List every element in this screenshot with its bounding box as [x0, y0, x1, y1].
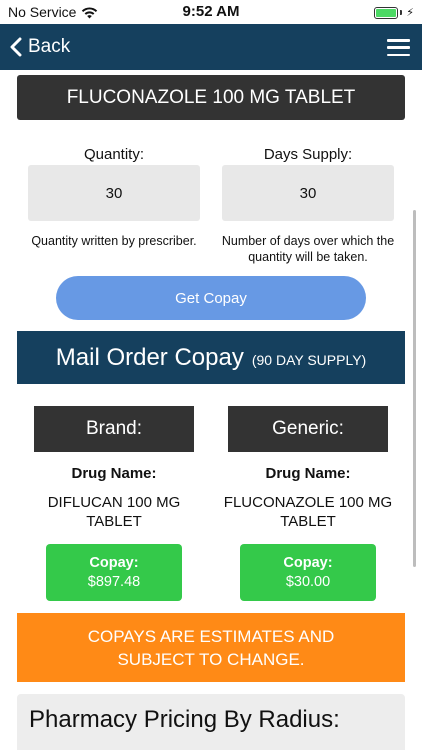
brand-header: Brand: [34, 406, 194, 452]
scroll-indicator[interactable] [413, 210, 416, 567]
brand-drug-name-label: Drug Name: [71, 465, 157, 482]
get-copay-button[interactable]: Get Copay [56, 276, 366, 320]
back-button[interactable]: Back [10, 24, 70, 70]
copay-disclaimer: COPAYS ARE ESTIMATES AND SUBJECT TO CHAN… [17, 613, 405, 682]
quantity-input[interactable]: 30 [28, 165, 200, 221]
pharmacy-radius-title: Pharmacy Pricing By Radius: [29, 706, 340, 733]
back-label: Back [28, 36, 71, 57]
chevron-left-icon [10, 37, 22, 57]
nav-bar: Back [0, 24, 422, 70]
days-supply-help: Number of days over which the quantity w… [221, 234, 395, 264]
drug-title: FLUCONAZOLE 100 MG TABLET [17, 75, 405, 120]
quantity-help: Quantity written by prescriber. [31, 234, 197, 248]
hamburger-menu-icon[interactable] [387, 39, 410, 56]
brand-drug-name: DIFLUCAN 100 MG TABLET [47, 494, 181, 530]
generic-drug-name: FLUCONAZOLE 100 MG TABLET [223, 494, 393, 530]
charging-bolt-icon: ⚡ [406, 7, 414, 19]
battery-indicator: ⚡ [374, 6, 414, 19]
pharmacy-radius-section: Pharmacy Pricing By Radius: [17, 694, 405, 750]
generic-header: Generic: [228, 406, 388, 452]
generic-drug-name-label: Drug Name: [265, 465, 351, 482]
status-time: 9:52 AM [182, 3, 240, 20]
generic-copay-value: $30.00 [285, 574, 331, 590]
quantity-label: Quantity: [83, 146, 145, 163]
brand-copay-label: Copay: [89, 555, 139, 571]
mail-order-title: Mail Order Copay [55, 343, 244, 371]
days-supply-label: Days Supply: [263, 146, 353, 163]
brand-copay-value: $897.48 [87, 574, 141, 590]
battery-icon [374, 6, 399, 19]
generic-copay-button[interactable]: Copay: $30.00 [240, 544, 376, 601]
days-supply-input[interactable]: 30 [222, 165, 394, 221]
generic-copay-label: Copay: [283, 555, 333, 571]
status-bar: No Service 9:52 AM ⚡ [0, 0, 422, 24]
mail-order-header: Mail Order Copay (90 DAY SUPPLY) [17, 331, 405, 384]
mail-order-subtitle: (90 DAY SUPPLY) [251, 351, 367, 368]
brand-copay-button[interactable]: Copay: $897.48 [46, 544, 182, 601]
